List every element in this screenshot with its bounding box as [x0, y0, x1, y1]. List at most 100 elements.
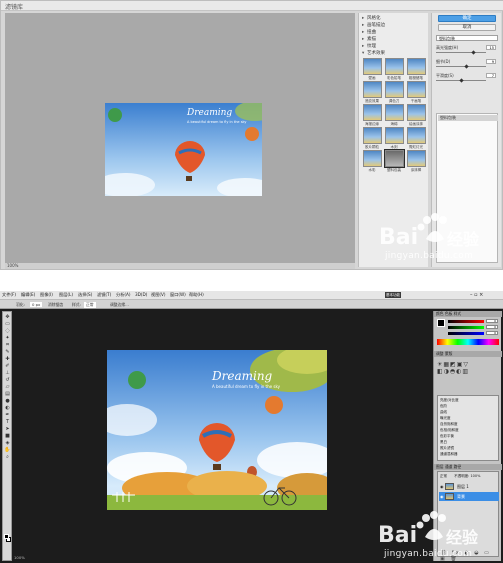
preview-area[interactable]: Dreaming A beautiful dream to fly in the… [5, 13, 355, 263]
menu-bar: 文件(F) 编辑(E) 图像(I) 图层(L) 选择(S) 滤镜(T) 分析(A… [0, 291, 503, 300]
blur-tool-icon[interactable]: ● [4, 398, 11, 404]
folder-artistic[interactable]: ▾ 艺术效果 [362, 50, 426, 57]
baidu-watermark: Bai 经验 jingyan.baidu.com [369, 211, 494, 263]
lasso-tool-icon[interactable]: ◌ [4, 328, 11, 334]
slider-knob[interactable] [471, 50, 476, 55]
thumb-plastic-wrap[interactable] [384, 149, 405, 168]
opacity-value[interactable]: 100% [470, 474, 480, 478]
thumb-neon-glow[interactable] [407, 127, 426, 144]
gradient-tool-icon[interactable]: ▤ [4, 391, 11, 397]
cancel-button[interactable]: 取消 [438, 24, 496, 31]
marquee-tool-icon[interactable]: ▭ [4, 321, 11, 327]
canvas-brand-text: Dreaming [211, 369, 273, 383]
menu-select[interactable]: 选择(S) [78, 292, 92, 298]
menu-3d[interactable]: 3D(D) [135, 292, 147, 297]
color-panel-tabs[interactable]: 颜色 色板 样式 [434, 311, 502, 317]
thumb-paint-daubs[interactable] [407, 104, 426, 121]
highlight-strength-field[interactable]: 15 [486, 45, 496, 50]
menu-filter[interactable]: 滤镜(T) [97, 292, 111, 298]
folder-stylize[interactable]: ▸ 风格化 [362, 15, 426, 22]
slider-knob[interactable] [459, 78, 464, 83]
type-tool-icon[interactable]: T [4, 419, 11, 425]
eye-icon[interactable]: ◉ [440, 482, 444, 491]
zoom-tool-icon[interactable]: ⌕ [4, 454, 11, 460]
window-title: 滤镜库 [5, 4, 24, 11]
preview-image: Dreaming A beautiful dream to fly in the… [105, 103, 262, 196]
thumb-sponge[interactable] [385, 104, 404, 121]
layer-row-active[interactable]: ◉ 背景 [439, 492, 499, 501]
menu-image[interactable]: 图像(I) [40, 292, 53, 298]
shape-tool-icon[interactable]: ■ [4, 433, 11, 439]
current-color-swatch[interactable] [437, 319, 445, 327]
dodge-tool-icon[interactable]: ◐ [4, 405, 11, 411]
adjustments-panel-tabs[interactable]: 调整 蒙版 [434, 351, 502, 357]
menu-view[interactable]: 视图(V) [151, 292, 166, 298]
move-tool-icon[interactable]: ✥ [4, 314, 11, 320]
eraser-tool-icon[interactable]: ▱ [4, 384, 11, 390]
thumb-watercolor[interactable] [363, 150, 382, 167]
thumb-dry-brush[interactable] [407, 81, 426, 98]
thumb-colored-pencil[interactable] [385, 58, 404, 75]
blue-value[interactable]: 0 [486, 331, 498, 335]
menu-analysis[interactable]: 分析(A) [116, 292, 131, 298]
filter-select[interactable]: 塑料包装 [436, 35, 498, 41]
path-select-tool-icon[interactable]: ➤ [4, 426, 11, 432]
style-select[interactable]: 正常 [84, 302, 96, 308]
folder-texture[interactable]: ▸ 纹理 [362, 43, 426, 50]
layer-thumbnail [445, 483, 454, 490]
brand-text: Dreaming [186, 108, 232, 118]
thumb-poster-edges[interactable] [363, 104, 382, 121]
window-controls-icon[interactable]: – ▫ × [470, 292, 483, 298]
workspace-switcher[interactable]: 基本功能 [385, 292, 401, 298]
menu-edit[interactable]: 编辑(E) [21, 292, 35, 298]
thumb-cutout[interactable] [385, 127, 404, 144]
foreground-color-swatch[interactable] [4, 534, 9, 539]
effect-layer-item[interactable]: 塑料包装 [438, 115, 498, 121]
stamp-tool-icon[interactable]: ⊥ [4, 370, 11, 376]
thumb-film-grain[interactable] [363, 127, 382, 144]
document-canvas[interactable]: Dreaming A beautiful dream to fly in the… [107, 350, 327, 510]
crop-tool-icon[interactable]: ⌗ [4, 342, 11, 348]
blend-mode-select[interactable]: 正常 [440, 474, 447, 478]
feather-input[interactable]: 0 px [30, 302, 43, 307]
red-value[interactable]: 0 [486, 319, 498, 323]
hand-tool-icon[interactable]: ✋ [4, 447, 11, 453]
green-slider[interactable] [448, 326, 484, 329]
thumb-fresco[interactable] [363, 58, 382, 75]
3d-tool-icon[interactable]: ◈ [4, 440, 11, 446]
layer-row[interactable]: ◉ 图层 1 [439, 482, 499, 491]
preset-item[interactable]: 通道混和器 [440, 451, 498, 457]
folder-brush-strokes[interactable]: ▸ 画笔描边 [362, 22, 426, 29]
adjustment-icons[interactable]: ☀▦◩▣▽ ◧◑◓◐▥ [437, 361, 499, 381]
folder-distort[interactable]: ▸ 扭曲 [362, 29, 426, 36]
history-brush-tool-icon[interactable]: ↺ [4, 377, 11, 383]
thumb-underpainting[interactable] [363, 81, 382, 98]
menu-help[interactable]: 帮助(H) [189, 292, 204, 298]
brush-tool-icon[interactable]: ✐ [4, 363, 11, 369]
eye-icon[interactable]: ◉ [440, 492, 444, 501]
pen-tool-icon[interactable]: ✒ [4, 412, 11, 418]
baidu-watermark: Bai 经验 jingyan.baidu.com [368, 509, 493, 561]
red-slider[interactable] [448, 320, 484, 323]
thumb-palette-knife[interactable] [385, 81, 404, 98]
healing-tool-icon[interactable]: ✚ [4, 356, 11, 362]
anti-alias-checkbox[interactable]: 消除锯齿 [48, 302, 63, 308]
menu-layer[interactable]: 图层(L) [59, 292, 73, 298]
folder-sketch[interactable]: ▸ 素描 [362, 36, 426, 43]
tools-panel: ✥ ▭ ◌ ✦ ⌗ ✎ ✚ ✐ ⊥ ↺ ▱ ▤ ● ◐ ✒ T ➤ ■ ◈ ✋ … [2, 311, 12, 561]
smoothness-field[interactable]: 7 [486, 73, 496, 78]
layers-panel-tabs[interactable]: 图层 通道 路径 [434, 464, 502, 470]
thumb-rough-pastels[interactable] [407, 58, 426, 75]
menu-window[interactable]: 窗口(W) [170, 292, 186, 298]
detail-field[interactable]: 9 [486, 59, 496, 64]
green-value[interactable]: 0 [486, 325, 498, 329]
color-spectrum[interactable] [437, 339, 499, 345]
eyedropper-tool-icon[interactable]: ✎ [4, 349, 11, 355]
magic-wand-tool-icon[interactable]: ✦ [4, 335, 11, 341]
slider-knob[interactable] [464, 64, 469, 69]
blue-slider[interactable] [448, 332, 484, 335]
refine-edge-button[interactable]: 调整边缘... [110, 302, 129, 308]
ok-button[interactable]: 确定 [438, 15, 496, 22]
thumb-smudge-stick[interactable] [407, 150, 426, 167]
menu-file[interactable]: 文件(F) [2, 292, 16, 298]
